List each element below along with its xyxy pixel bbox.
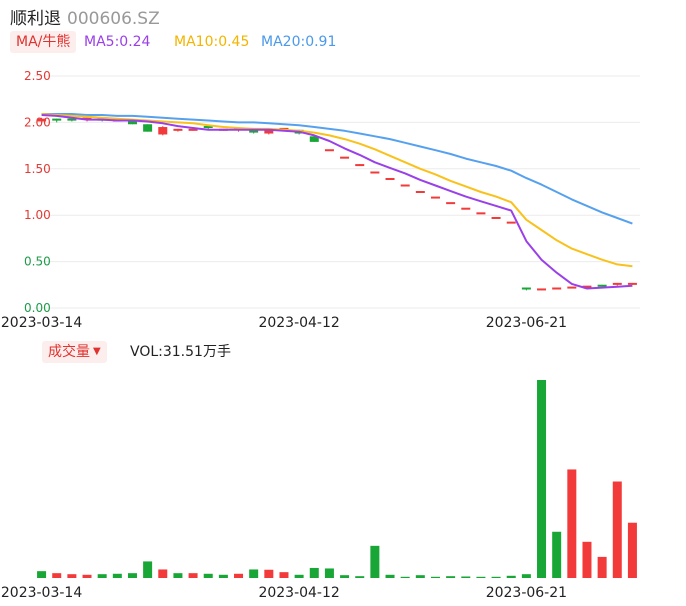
x-tick-label: 2023-03-14 (1, 585, 82, 601)
candle (537, 288, 547, 291)
volume-legend: 成交量 ▼ VOL:31.51万手 (42, 341, 231, 363)
volume-bar (430, 576, 440, 578)
candle (506, 221, 516, 224)
volume-bar (506, 575, 516, 578)
price-chart: 2.50 2.00 1.50 1.00 0.50 0.002023-03-14 2023-0… (1, 69, 640, 331)
volume-bar (370, 545, 380, 578)
y-tick-label: 2.00 (24, 115, 51, 129)
volume-bar (112, 573, 122, 578)
caret-down-icon: ▼ (93, 346, 101, 357)
candle (143, 124, 153, 132)
volume-bar (612, 481, 622, 578)
candle (37, 118, 47, 122)
x-tick-label: 2023-04-12 (258, 585, 339, 601)
candle (173, 128, 183, 131)
ma5-line (41, 114, 633, 290)
candle (491, 216, 501, 219)
volume-bar (173, 573, 183, 578)
volume-bar (385, 574, 395, 578)
volume-bar (309, 567, 319, 578)
volume-bar (218, 574, 228, 578)
volume-value: VOL:31.51万手 (130, 344, 231, 360)
volume-bar (264, 569, 274, 578)
candle (446, 202, 456, 205)
x-tick-label: 2023-06-21 (486, 585, 567, 601)
volume-bar (67, 574, 77, 578)
candle (521, 287, 531, 290)
candle (461, 207, 471, 210)
candle (415, 191, 425, 193)
candle (627, 282, 637, 285)
volume-bar (567, 469, 577, 578)
volume-bar (476, 576, 486, 578)
x-tick-label: 2023-06-21 (486, 315, 567, 331)
candle (127, 121, 137, 125)
volume-bar (82, 574, 92, 578)
y-tick-label: 1.50 (24, 162, 51, 176)
volume-bar (597, 556, 607, 578)
candle (400, 184, 410, 187)
candle (430, 196, 440, 199)
volume-bar (446, 576, 456, 578)
volume-bar (340, 575, 350, 578)
volume-bar (127, 573, 137, 578)
x-tick-label: 2023-03-14 (1, 315, 82, 331)
candle (324, 149, 334, 152)
volume-bar (552, 531, 562, 578)
volume-bar (234, 573, 244, 578)
y-tick-label: 2.50 (24, 69, 51, 83)
candle (552, 287, 562, 290)
x-tick-label: 2023-04-12 (258, 315, 339, 331)
volume-bar (203, 573, 213, 578)
candle (567, 286, 577, 289)
volume-bar (355, 576, 365, 578)
volume-bar (521, 574, 531, 578)
candle (385, 178, 395, 181)
candle (612, 282, 622, 285)
volume-bar (279, 572, 289, 578)
volume-bar (249, 569, 259, 578)
candle (370, 171, 380, 174)
volume-bar (158, 569, 168, 578)
volume-bar (52, 573, 62, 578)
candle (52, 118, 62, 121)
volume-selector-tag[interactable]: 成交量 ▼ (42, 341, 107, 363)
candle (476, 212, 486, 215)
candle (355, 164, 365, 167)
volume-bar (537, 380, 547, 578)
volume-bar (37, 571, 47, 578)
volume-bar (582, 541, 592, 578)
ma10-line (41, 113, 633, 268)
volume-bar (143, 561, 153, 578)
volume-bar (415, 575, 425, 578)
volume-bar (627, 522, 637, 578)
candle (158, 127, 168, 135)
volume-tag-label: 成交量 (48, 344, 90, 360)
volume-bar (97, 574, 107, 578)
y-tick-label: 1.00 (24, 208, 51, 222)
candle (340, 156, 350, 159)
y-tick-label: 0.00 (24, 301, 51, 315)
volume-bar (400, 576, 410, 578)
y-tick-label: 0.50 (24, 255, 51, 269)
volume-bar (491, 576, 501, 578)
volume-bar (461, 576, 471, 578)
volume-bar (324, 568, 334, 578)
volume-bar (188, 573, 198, 578)
volume-bar (294, 574, 304, 578)
